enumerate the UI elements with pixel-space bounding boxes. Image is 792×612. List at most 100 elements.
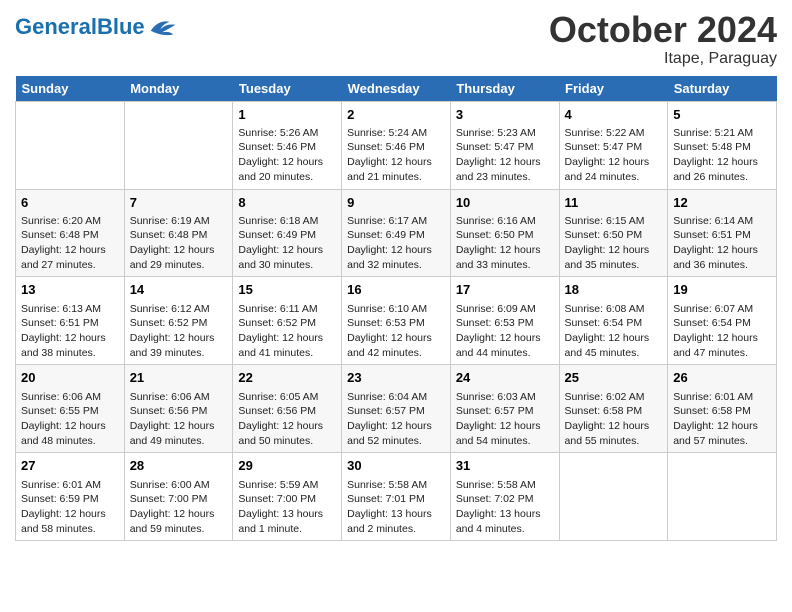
calendar-week-row: 1Sunrise: 5:26 AMSunset: 5:46 PMDaylight… [16,101,777,189]
day-number: 1 [238,106,336,124]
day-number: 17 [456,281,554,299]
calendar-cell: 9Sunrise: 6:17 AMSunset: 6:49 PMDaylight… [342,189,451,277]
sunrise-text: Sunrise: 6:08 AM [565,302,663,317]
sunset-text: Sunset: 5:47 PM [456,140,554,155]
weekday-header-tuesday: Tuesday [233,76,342,102]
calendar-cell [16,101,125,189]
sunrise-text: Sunrise: 6:16 AM [456,214,554,229]
day-info: Sunrise: 5:21 AMSunset: 5:48 PMDaylight:… [673,126,771,185]
day-info: Sunrise: 6:06 AMSunset: 6:55 PMDaylight:… [21,390,119,449]
location: Itape, Paraguay [549,50,777,68]
weekday-header-sunday: Sunday [16,76,125,102]
calendar-cell: 19Sunrise: 6:07 AMSunset: 6:54 PMDayligh… [668,277,777,365]
day-number: 31 [456,457,554,475]
day-number: 22 [238,369,336,387]
daylight-text: Daylight: 12 hours and 26 minutes. [673,155,771,184]
daylight-text: Daylight: 12 hours and 39 minutes. [130,331,228,360]
daylight-text: Daylight: 12 hours and 33 minutes. [456,243,554,272]
daylight-text: Daylight: 12 hours and 27 minutes. [21,243,119,272]
day-info: Sunrise: 6:04 AMSunset: 6:57 PMDaylight:… [347,390,445,449]
calendar-cell: 23Sunrise: 6:04 AMSunset: 6:57 PMDayligh… [342,365,451,453]
sunset-text: Sunset: 5:48 PM [673,140,771,155]
day-info: Sunrise: 6:01 AMSunset: 6:59 PMDaylight:… [21,478,119,537]
calendar-cell: 15Sunrise: 6:11 AMSunset: 6:52 PMDayligh… [233,277,342,365]
daylight-text: Daylight: 12 hours and 21 minutes. [347,155,445,184]
day-info: Sunrise: 6:03 AMSunset: 6:57 PMDaylight:… [456,390,554,449]
sunset-text: Sunset: 6:52 PM [130,316,228,331]
calendar-week-row: 13 Sunrise: 6:13 AMSunset: 6:51 PMDayligh… [16,277,777,365]
sunrise-text: Sunrise: 5:58 AM [456,478,554,493]
weekday-header-wednesday: Wednesday [342,76,451,102]
day-number: 5 [673,106,771,124]
sunset-text: Sunset: 6:53 PM [456,316,554,331]
calendar-cell: 25Sunrise: 6:02 AMSunset: 6:58 PMDayligh… [559,365,668,453]
weekday-header-row: SundayMondayTuesdayWednesdayThursdayFrid… [16,76,777,102]
sunset-text: Sunset: 6:50 PM [565,228,663,243]
sunrise-text: Sunrise: 6:04 AM [347,390,445,405]
daylight-text: Daylight: 12 hours and 52 minutes. [347,419,445,448]
sunset-text: Sunset: 5:46 PM [238,140,336,155]
day-info: Sunrise: 6:18 AMSunset: 6:49 PMDaylight:… [238,214,336,273]
day-number: 16 [347,281,445,299]
calendar-cell: 13 Sunrise: 6:13 AMSunset: 6:51 PMDayligh… [16,277,125,365]
sunrise-text: Sunrise: 6:20 AM [21,214,119,229]
day-number: 27 [21,457,119,475]
day-info: Sunrise: 5:26 AMSunset: 5:46 PMDaylight:… [238,126,336,185]
daylight-text: Daylight: 12 hours and 42 minutes. [347,331,445,360]
day-info: Sunrise: 6:12 AMSunset: 6:52 PMDaylight:… [130,302,228,361]
daylight-text: Daylight: 13 hours and 2 minutes. [347,507,445,536]
sunrise-text: Sunrise: 5:23 AM [456,126,554,141]
day-number: 13 [21,281,119,299]
day-number: 2 [347,106,445,124]
day-info: Sunrise: 5:22 AMSunset: 5:47 PMDaylight:… [565,126,663,185]
day-number: 30 [347,457,445,475]
calendar-cell: 31Sunrise: 5:58 AMSunset: 7:02 PMDayligh… [450,453,559,541]
day-number: 21 [130,369,228,387]
daylight-text: Daylight: 12 hours and 45 minutes. [565,331,663,360]
calendar-cell: 22 Sunrise: 6:05 AMSunset: 6:56 PMDayligh… [233,365,342,453]
day-number: 18 [565,281,663,299]
day-number: 8 [238,194,336,212]
calendar-cell: 2 Sunrise: 5:24 AMSunset: 5:46 PMDaylight… [342,101,451,189]
sunset-text: Sunset: 7:00 PM [130,492,228,507]
day-info: Sunrise: 5:59 AMSunset: 7:00 PMDaylight:… [238,478,336,537]
calendar-cell: 26Sunrise: 6:01 AMSunset: 6:58 PMDayligh… [668,365,777,453]
day-info: Sunrise: 6:17 AMSunset: 6:49 PMDaylight:… [347,214,445,273]
sunset-text: Sunset: 6:51 PM [21,316,119,331]
calendar-cell: 4Sunrise: 5:22 AMSunset: 5:47 PMDaylight… [559,101,668,189]
calendar-cell: 5 Sunrise: 5:21 AMSunset: 5:48 PMDaylight… [668,101,777,189]
day-number: 14 [130,281,228,299]
sunrise-text: Sunrise: 6:01 AM [673,390,771,405]
calendar-cell: 14 Sunrise: 6:12 AMSunset: 6:52 PMDayligh… [124,277,233,365]
day-info: Sunrise: 6:07 AMSunset: 6:54 PMDaylight:… [673,302,771,361]
calendar-cell: 10Sunrise: 6:16 AMSunset: 6:50 PMDayligh… [450,189,559,277]
sunset-text: Sunset: 5:47 PM [565,140,663,155]
sunrise-text: Sunrise: 5:26 AM [238,126,336,141]
calendar-cell [668,453,777,541]
sunset-text: Sunset: 6:58 PM [673,404,771,419]
sunrise-text: Sunrise: 5:22 AM [565,126,663,141]
sunset-text: Sunset: 6:54 PM [673,316,771,331]
day-number: 6 [21,194,119,212]
day-info: Sunrise: 6:13 AMSunset: 6:51 PMDaylight:… [21,302,119,361]
logo-general: General [15,14,97,39]
calendar-cell: 8 Sunrise: 6:18 AMSunset: 6:49 PMDaylight… [233,189,342,277]
weekday-header-friday: Friday [559,76,668,102]
sunset-text: Sunset: 6:48 PM [21,228,119,243]
calendar-cell: 20Sunrise: 6:06 AMSunset: 6:55 PMDayligh… [16,365,125,453]
sunset-text: Sunset: 6:49 PM [238,228,336,243]
day-info: Sunrise: 6:05 AMSunset: 6:56 PMDaylight:… [238,390,336,449]
day-info: Sunrise: 6:01 AMSunset: 6:58 PMDaylight:… [673,390,771,449]
daylight-text: Daylight: 12 hours and 29 minutes. [130,243,228,272]
day-info: Sunrise: 5:58 AMSunset: 7:01 PMDaylight:… [347,478,445,537]
daylight-text: Daylight: 13 hours and 1 minute. [238,507,336,536]
calendar-cell [124,101,233,189]
sunset-text: Sunset: 6:57 PM [456,404,554,419]
sunset-text: Sunset: 6:56 PM [238,404,336,419]
day-info: Sunrise: 5:24 AMSunset: 5:46 PMDaylight:… [347,126,445,185]
calendar-header: SundayMondayTuesdayWednesdayThursdayFrid… [16,76,777,102]
sunset-text: Sunset: 6:56 PM [130,404,228,419]
day-info: Sunrise: 6:20 AMSunset: 6:48 PMDaylight:… [21,214,119,273]
calendar-cell: 3Sunrise: 5:23 AMSunset: 5:47 PMDaylight… [450,101,559,189]
day-number: 24 [456,369,554,387]
